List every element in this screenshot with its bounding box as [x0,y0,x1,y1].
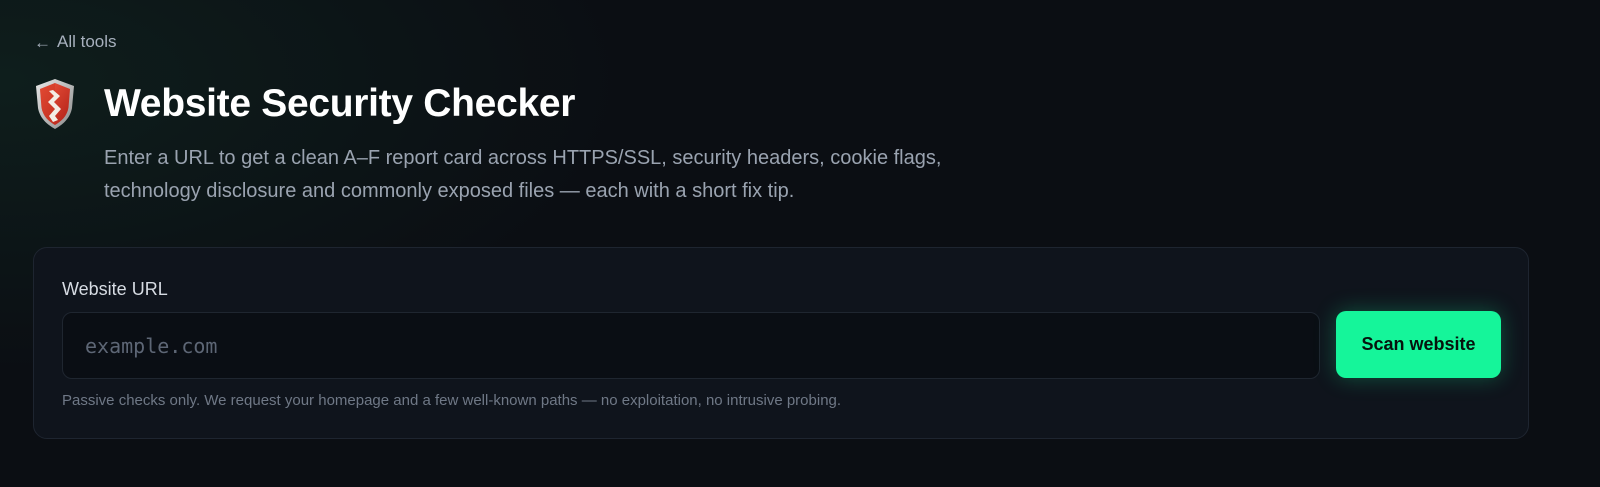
arrow-left-icon: ← [34,32,51,52]
page-header: Website Security Checker [34,78,575,130]
url-input[interactable] [62,312,1320,379]
shield-icon [36,79,74,129]
scan-form-card: Website URL Scan website Passive checks … [33,247,1529,439]
page-title: Website Security Checker [104,82,576,125]
passive-checks-hint: Passive checks only. We request your hom… [62,392,842,409]
back-link-label: All tools [57,32,117,51]
back-link[interactable]: ← All tools [34,32,117,52]
url-field-label: Website URL [62,279,168,299]
page-description: Enter a URL to get a clean A–F report ca… [104,147,942,202]
scan-website-button[interactable]: Scan website [1336,311,1501,378]
